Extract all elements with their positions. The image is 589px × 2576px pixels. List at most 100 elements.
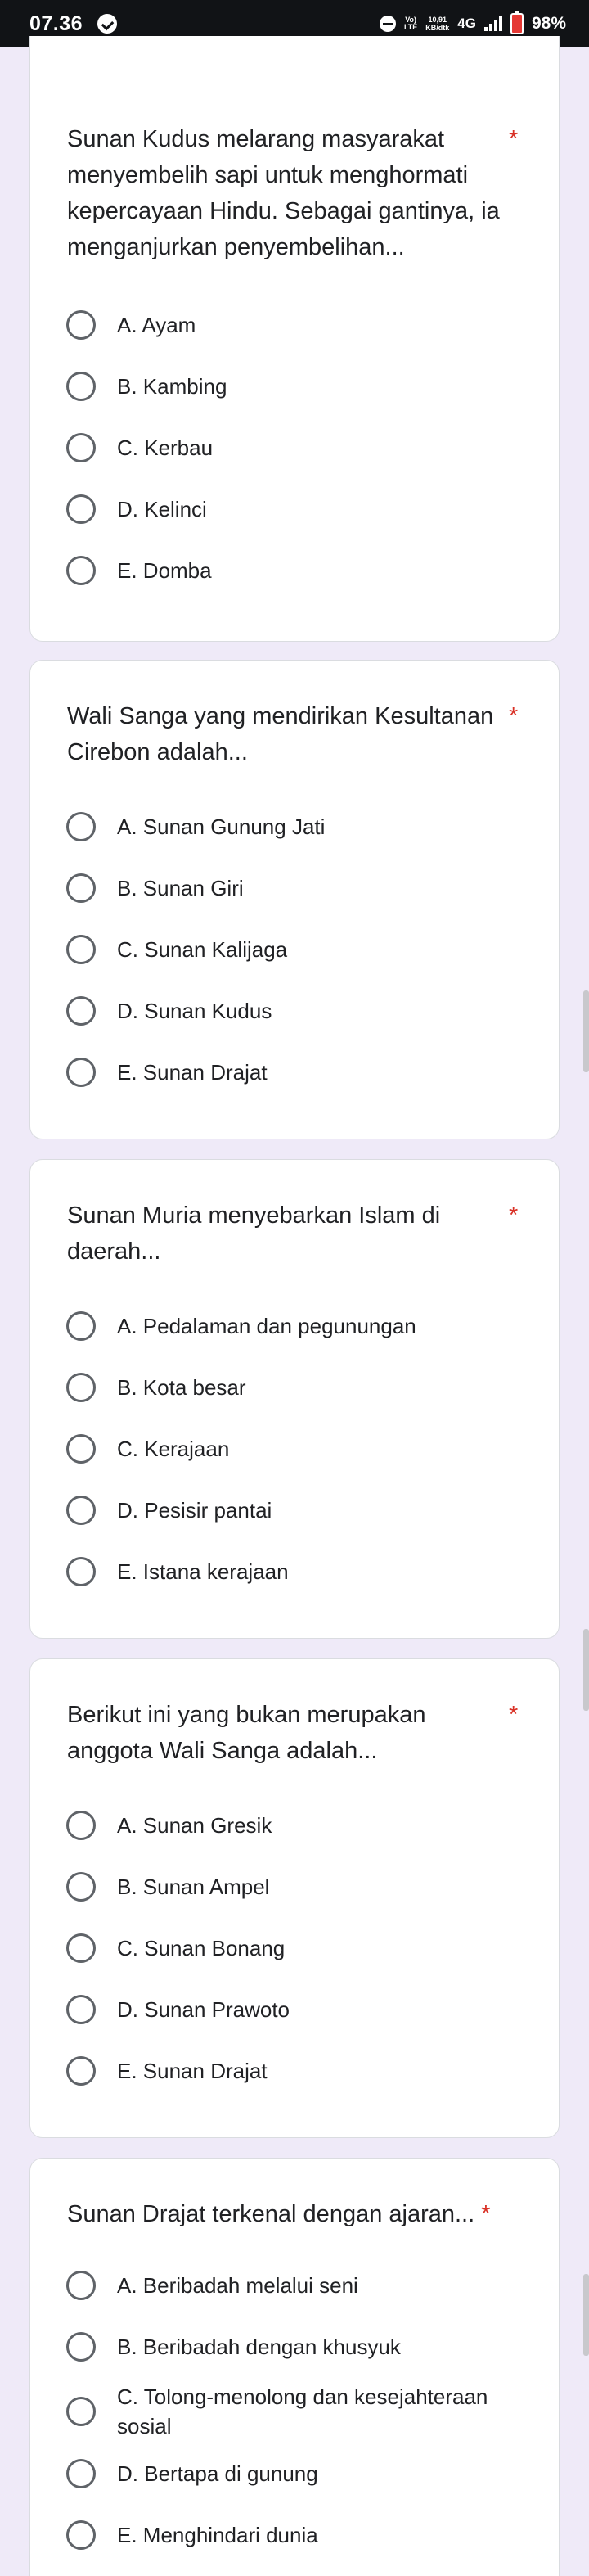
option-label: D. Sunan Kudus [117,999,272,1023]
option-label: B. Kota besar [117,1375,246,1400]
option-label: C. Sunan Kalijaga [117,937,288,962]
option-label: A. Ayam [117,313,196,337]
radio-button[interactable] [66,873,96,903]
option-label: E. Menghindari dunia [117,2523,318,2547]
volte-indicator: Vo) LTE [403,16,418,31]
scrollbar-thumb[interactable] [583,2274,589,2356]
radio-option[interactable]: E. Sunan Drajat [66,2050,524,2091]
question-text: Sunan Drajat terkenal dengan ajaran... * [67,2201,491,2227]
radio-option[interactable]: C. Sunan Bonang [66,1928,524,1969]
radio-option[interactable]: B. Kambing [66,366,524,407]
option-label: E. Sunan Drajat [117,1060,268,1085]
radio-option[interactable]: B. Sunan Ampel [66,1866,524,1907]
radio-option[interactable]: B. Kota besar [66,1367,524,1408]
radio-button[interactable] [66,372,96,401]
required-asterisk: * [509,126,519,152]
question-card: Berikut ini yang bukan merupakan anggota… [29,1658,560,2138]
radio-option[interactable]: A. Pedalaman dan pegunungan [66,1306,524,1347]
radio-option[interactable]: C. Sunan Kalijaga [66,929,524,970]
radio-option[interactable]: A. Ayam [66,305,524,345]
scrollbar-thumb[interactable] [583,990,589,1072]
option-label: B. Sunan Ampel [117,1874,270,1899]
radio-button[interactable] [66,2397,96,2426]
check-notification-icon [97,14,118,34]
radio-button[interactable] [66,1557,96,1586]
option-label: E. Domba [117,558,212,583]
question-card: Sunan Kudus melarang masyarakat menyembe… [29,36,560,642]
radio-button[interactable] [66,1434,96,1464]
option-label: D. Bertapa di gunung [117,2461,318,2486]
signal-strength-icon [483,16,502,31]
radio-button[interactable] [66,2056,96,2086]
question-text: Berikut ini yang bukan merupakan anggota… [67,1702,426,1764]
required-asterisk: * [509,703,519,729]
radio-option[interactable]: D. Bertapa di gunung [66,2453,524,2494]
radio-button[interactable] [66,2271,96,2300]
required-asterisk: * [509,1202,519,1229]
question-text: Sunan Muria menyebarkan Islam di daerah.… [67,1202,441,1265]
radio-option[interactable]: E. Menghindari dunia [66,2515,524,2556]
radio-option[interactable]: A. Sunan Gunung Jati [66,806,524,847]
radio-button[interactable] [66,996,96,1026]
option-label: A. Sunan Gunung Jati [117,814,326,839]
radio-option[interactable]: D. Sunan Kudus [66,990,524,1031]
question-card: Sunan Muria menyebarkan Islam di daerah.… [29,1159,560,1639]
radio-option[interactable]: D. Kelinci [66,489,524,530]
question-card: Wali Sanga yang mendirikan Kesultanan Ci… [29,660,560,1139]
radio-option[interactable]: C. Kerbau [66,427,524,468]
radio-button[interactable] [66,1058,96,1087]
radio-button[interactable] [66,1373,96,1402]
radio-button[interactable] [66,310,96,340]
radio-button[interactable] [66,1811,96,1840]
option-label: C. Sunan Bonang [117,1936,286,1960]
radio-button[interactable] [66,812,96,841]
radio-option[interactable]: C. Tolong-menolong dan kesejahteraan sos… [66,2381,524,2442]
option-label: B. Kambing [117,374,227,399]
radio-button[interactable] [66,1995,96,2024]
radio-button[interactable] [66,494,96,524]
option-label: A. Sunan Gresik [117,1813,272,1838]
option-label: E. Sunan Drajat [117,2059,268,2083]
radio-button[interactable] [66,1872,96,1902]
option-label: A. Pedalaman dan pegunungan [117,1314,416,1338]
battery-icon [510,11,524,34]
do-not-disturb-icon [379,16,396,32]
network-type: 4G [457,16,476,31]
radio-button[interactable] [66,556,96,585]
radio-button[interactable] [66,2520,96,2550]
radio-option[interactable]: D. Sunan Prawoto [66,1989,524,2030]
radio-option[interactable]: C. Kerajaan [66,1428,524,1469]
question-text: Wali Sanga yang mendirikan Kesultanan Ci… [67,703,494,765]
option-label: D. Pesisir pantai [117,1498,272,1523]
scrollbar-thumb[interactable] [583,1629,589,1711]
option-label: B. Sunan Giri [117,876,244,900]
radio-button[interactable] [66,935,96,964]
question-text: Sunan Kudus melarang masyarakat menyembe… [67,126,500,260]
option-label: C. Kerajaan [117,1437,230,1461]
radio-button[interactable] [66,1496,96,1525]
required-asterisk: * [481,2201,491,2227]
radio-option[interactable]: E. Sunan Drajat [66,1052,524,1093]
option-label: E. Istana kerajaan [117,1559,289,1584]
option-label: D. Sunan Prawoto [117,1997,290,2022]
status-indicators: Vo) LTE 10,91 KB/dtk 4G 98% [379,11,566,34]
radio-option[interactable]: E. Istana kerajaan [66,1551,524,1592]
radio-option[interactable]: E. Domba [66,550,524,591]
radio-button[interactable] [66,2459,96,2488]
radio-option[interactable]: D. Pesisir pantai [66,1490,524,1531]
question-card: Sunan Drajat terkenal dengan ajaran... *… [29,2158,560,2576]
radio-option[interactable]: B. Beribadah dengan khusyuk [66,2326,524,2367]
option-label: D. Kelinci [117,497,207,521]
radio-button[interactable] [66,1933,96,1963]
network-speed: 10,91 KB/dtk [425,16,450,32]
option-label: C. Tolong-menolong dan kesejahteraan sos… [117,2384,488,2438]
radio-button[interactable] [66,2332,96,2362]
radio-button[interactable] [66,433,96,462]
radio-option[interactable]: B. Sunan Giri [66,868,524,909]
option-label: A. Beribadah melalui seni [117,2273,358,2298]
radio-option[interactable]: A. Sunan Gresik [66,1805,524,1846]
radio-option[interactable]: A. Beribadah melalui seni [66,2265,524,2306]
radio-button[interactable] [66,1311,96,1341]
required-asterisk: * [509,1702,519,1728]
option-label: C. Kerbau [117,435,214,460]
